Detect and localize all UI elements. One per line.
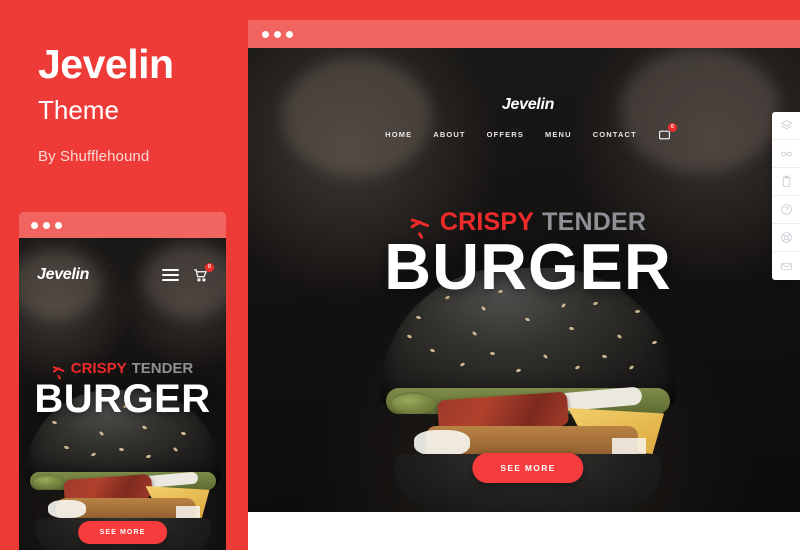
- window-dots: [262, 30, 293, 38]
- see-more-button[interactable]: SEE MORE: [472, 453, 584, 483]
- spark-arrow-icon: [52, 362, 66, 380]
- nav-item-offers[interactable]: OFFERS: [487, 130, 524, 139]
- side-icon-rail: [772, 112, 800, 280]
- mobile-pickle-slice: [31, 474, 64, 489]
- mobile-hero-kicker: CRISPY TENDER: [52, 360, 194, 380]
- mobile-cart-button[interactable]: 0: [193, 262, 214, 283]
- promo-title: Jevelin: [38, 41, 174, 87]
- sauce-drip-left: [414, 430, 470, 456]
- hero-headline: BURGER: [384, 229, 672, 303]
- mobile-hero: Jevelin 0 CRISPY TENDER BURGER SEE MORE: [19, 238, 226, 550]
- cart-button[interactable]: 0: [658, 123, 677, 141]
- promo-block: Jevelin Theme By Shufflehound: [38, 41, 238, 166]
- mobile-window-dots: [31, 221, 62, 229]
- mobile-cart-badge: 0: [205, 262, 214, 272]
- window-dot-close[interactable]: [262, 30, 269, 38]
- mobile-hero-kicker-gray: TENDER: [131, 360, 194, 377]
- rail-item-layers[interactable]: [772, 112, 800, 140]
- mobile-hero-title-block: CRISPY TENDER BURGER: [19, 360, 226, 421]
- main-navigation: HOME ABOUT OFFERS MENU CONTACT 0: [248, 123, 800, 141]
- envelope-icon: [780, 262, 792, 270]
- window-dot-maximize[interactable]: [286, 30, 293, 38]
- nav-item-contact[interactable]: CONTACT: [593, 130, 637, 139]
- spark-arrow-icon: [410, 212, 432, 239]
- help-circle-icon: [780, 204, 792, 215]
- desktop-titlebar: [248, 20, 800, 48]
- mobile-window-dot-minimize[interactable]: [43, 221, 50, 229]
- rail-item-mail[interactable]: [772, 252, 800, 280]
- mobile-site-header: Jevelin 0: [19, 262, 226, 284]
- mobile-hero-kicker-red: CRISPY: [70, 360, 127, 377]
- mobile-hero-headline: BURGER: [34, 376, 211, 421]
- rail-item-preview[interactable]: [772, 140, 800, 168]
- lifebuoy-icon: [780, 232, 792, 243]
- nav-item-about[interactable]: ABOUT: [433, 130, 465, 139]
- page-root: Jevelin Theme By Shufflehound Jevelin HO…: [0, 0, 800, 550]
- mobile-see-more-button[interactable]: SEE MORE: [77, 521, 168, 544]
- hamburger-icon[interactable]: [162, 269, 179, 281]
- nav-item-home[interactable]: HOME: [385, 130, 412, 139]
- rail-item-support[interactable]: [772, 224, 800, 252]
- rail-item-clipboard[interactable]: [772, 168, 800, 196]
- clipboard-icon: [782, 175, 790, 187]
- promo-author: By Shufflehound: [38, 148, 150, 165]
- mobile-window-dot-close[interactable]: [31, 221, 38, 229]
- rail-item-help[interactable]: [772, 196, 800, 224]
- mobile-site-logo[interactable]: Jevelin: [37, 266, 89, 284]
- site-header: Jevelin HOME ABOUT OFFERS MENU CONTACT 0: [248, 96, 800, 141]
- mobile-browser-mockup: Jevelin 0 CRISPY TENDER BURGER SEE MORE: [19, 212, 226, 550]
- cart-badge: 0: [667, 123, 677, 132]
- layers-icon: [780, 120, 792, 130]
- window-dot-minimize[interactable]: [274, 30, 281, 38]
- mobile-window-dot-maximize[interactable]: [55, 221, 62, 229]
- mobile-header-actions: 0: [162, 262, 214, 283]
- hero-title-block: CRISPY TENDER BURGER: [248, 208, 800, 303]
- nav-item-menu[interactable]: MENU: [545, 130, 572, 139]
- mobile-titlebar: [19, 212, 226, 238]
- desktop-hero: Jevelin HOME ABOUT OFFERS MENU CONTACT 0: [248, 48, 800, 512]
- site-logo[interactable]: Jevelin: [248, 96, 800, 114]
- promo-subtitle: Theme: [38, 95, 119, 125]
- mobile-sauce-drip-left: [47, 500, 86, 518]
- pickle-slice: [390, 392, 436, 414]
- desktop-page-body: [248, 512, 800, 550]
- desktop-browser-mockup: Jevelin HOME ABOUT OFFERS MENU CONTACT 0: [248, 20, 800, 550]
- glasses-icon: [780, 151, 792, 157]
